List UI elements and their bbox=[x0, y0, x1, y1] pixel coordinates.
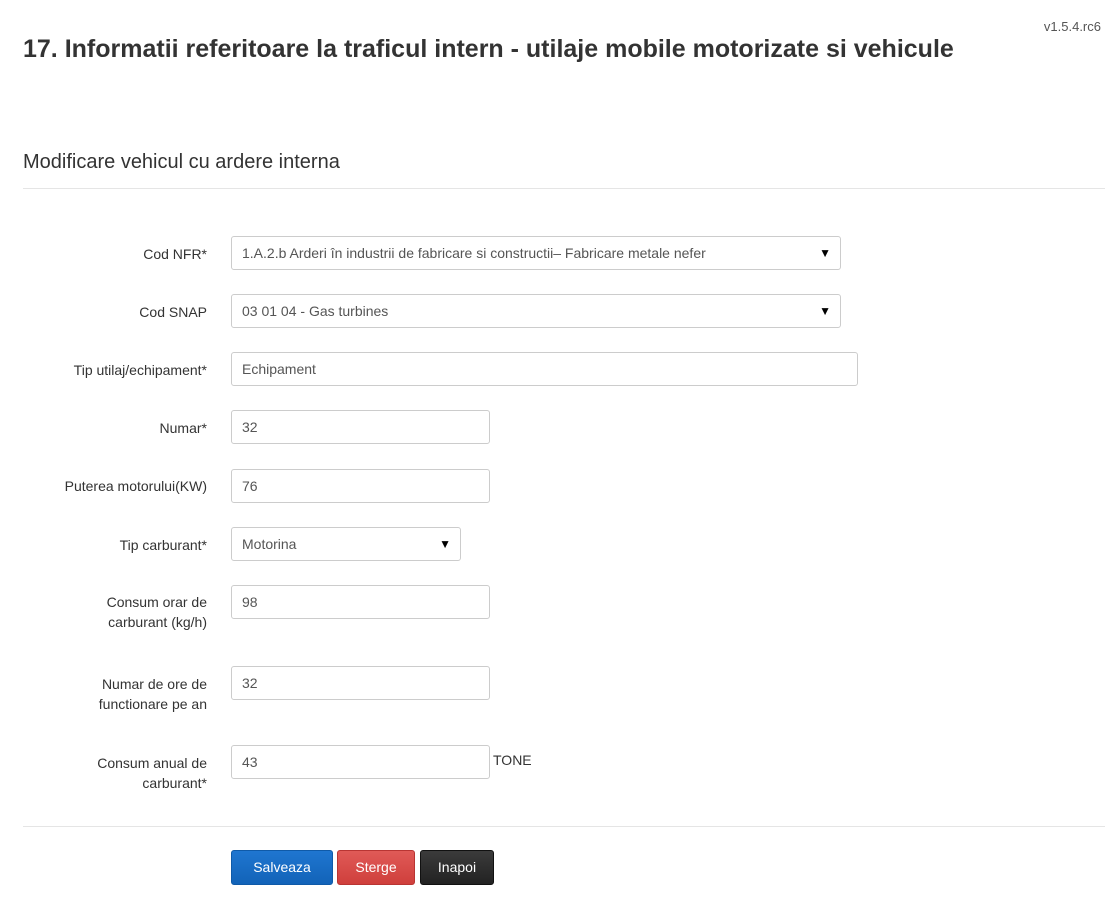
form-subtitle: Modificare vehicul cu ardere interna bbox=[23, 151, 340, 173]
numar-ore-value: 32 bbox=[242, 675, 258, 691]
numar-label: Numar* bbox=[159, 420, 207, 436]
chevron-down-icon: ▼ bbox=[819, 304, 831, 318]
delete-button[interactable]: Sterge bbox=[337, 850, 415, 885]
numar-ore-input[interactable]: 32 bbox=[231, 666, 490, 700]
divider-top bbox=[23, 188, 1105, 189]
cod-nfr-label: Cod NFR* bbox=[143, 246, 207, 262]
version-label: v1.5.4.rc6 bbox=[1043, 19, 1101, 34]
numar-value: 32 bbox=[242, 419, 258, 435]
tip-utilaj-value: Echipament bbox=[242, 361, 316, 377]
cod-snap-value: 03 01 04 - Gas turbines bbox=[242, 303, 389, 319]
divider-bottom bbox=[23, 826, 1105, 827]
consum-anual-label-line2: carburant* bbox=[142, 775, 207, 791]
cod-nfr-select[interactable]: 1.A.2.b Arderi în industrii de fabricare… bbox=[231, 236, 841, 270]
consum-orar-input[interactable]: 98 bbox=[231, 585, 490, 619]
consum-anual-input[interactable]: 43 bbox=[231, 745, 490, 779]
consum-anual-label: Consum anual de carburant* bbox=[0, 753, 207, 793]
save-button[interactable]: Salveaza bbox=[231, 850, 333, 885]
puterea-label: Puterea motorului(KW) bbox=[64, 478, 207, 494]
consum-anual-value: 43 bbox=[242, 754, 258, 770]
tip-carburant-value: Motorina bbox=[242, 536, 297, 552]
consum-orar-value: 98 bbox=[242, 594, 258, 610]
consum-orar-label-line1: Consum orar de bbox=[106, 594, 207, 610]
cod-snap-label: Cod SNAP bbox=[139, 304, 207, 320]
puterea-value: 76 bbox=[242, 478, 258, 494]
tip-carburant-label: Tip carburant* bbox=[119, 537, 207, 553]
numar-ore-label-line1: Numar de ore de bbox=[101, 676, 207, 692]
puterea-input[interactable]: 76 bbox=[231, 469, 490, 503]
numar-ore-label: Numar de ore de functionare pe an bbox=[0, 674, 207, 714]
numar-ore-label-line2: functionare pe an bbox=[98, 696, 207, 712]
numar-input[interactable]: 32 bbox=[231, 410, 490, 444]
chevron-down-icon: ▼ bbox=[439, 537, 451, 551]
page-title: 17. Informatii referitoare la traficul i… bbox=[23, 35, 954, 63]
consum-anual-label-line1: Consum anual de bbox=[97, 755, 207, 771]
consum-orar-label: Consum orar de carburant (kg/h) bbox=[0, 592, 207, 632]
cod-snap-select[interactable]: 03 01 04 - Gas turbines ▼ bbox=[231, 294, 841, 328]
tip-carburant-select[interactable]: Motorina ▼ bbox=[231, 527, 461, 561]
tip-utilaj-label: Tip utilaj/echipament* bbox=[73, 362, 207, 378]
chevron-down-icon: ▼ bbox=[819, 246, 831, 260]
consum-anual-unit: TONE bbox=[493, 752, 532, 768]
back-button[interactable]: Inapoi bbox=[420, 850, 494, 885]
consum-orar-label-line2: carburant (kg/h) bbox=[108, 614, 207, 630]
tip-utilaj-input[interactable]: Echipament bbox=[231, 352, 858, 386]
cod-nfr-value: 1.A.2.b Arderi în industrii de fabricare… bbox=[242, 245, 706, 261]
page: v1.5.4.rc6 17. Informatii referitoare la… bbox=[0, 0, 1105, 899]
